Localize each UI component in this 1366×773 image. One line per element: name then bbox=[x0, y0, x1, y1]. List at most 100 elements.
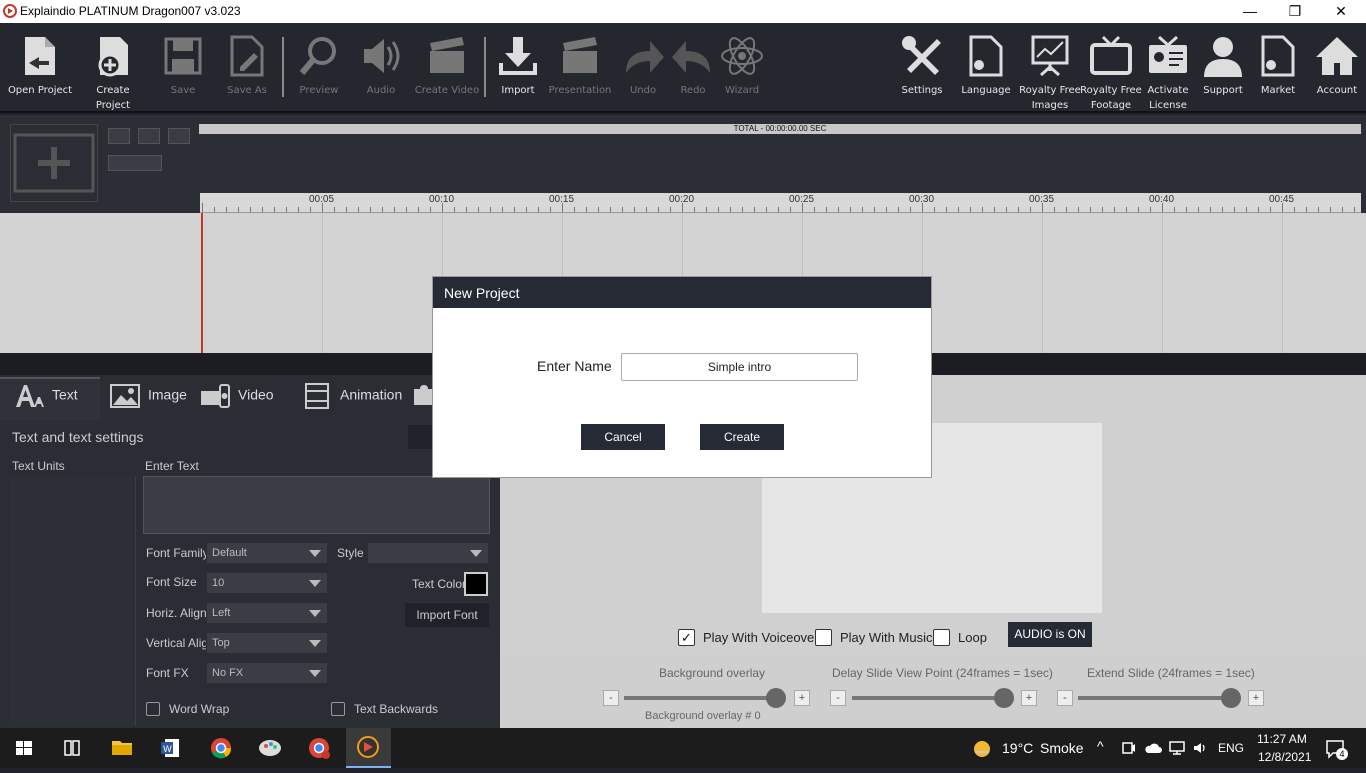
volume-icon[interactable] bbox=[1192, 740, 1208, 761]
create-project-button[interactable]: Create Project bbox=[78, 33, 148, 113]
text-color-swatch[interactable] bbox=[464, 572, 488, 596]
ruler-minor-tick bbox=[1210, 207, 1211, 212]
extend-slider-knob[interactable] bbox=[1221, 688, 1241, 708]
chrome-button[interactable] bbox=[201, 728, 241, 768]
save-button[interactable]: Save bbox=[148, 33, 218, 98]
ruler-minor-tick bbox=[526, 207, 527, 212]
ruler-minor-tick bbox=[1090, 207, 1091, 212]
enter-text-input[interactable] bbox=[143, 476, 490, 534]
settings-button[interactable]: Settings bbox=[887, 33, 957, 98]
delay-plus-button[interactable]: + bbox=[1021, 690, 1037, 706]
close-button[interactable]: ✕ bbox=[1318, 0, 1364, 23]
new-file-icon bbox=[98, 37, 128, 77]
file-explorer-button[interactable] bbox=[102, 728, 142, 768]
open-project-button[interactable]: Open Project bbox=[5, 33, 75, 98]
audio-button[interactable]: Audio bbox=[346, 33, 416, 98]
loop-checkbox[interactable] bbox=[933, 629, 950, 646]
ruler-minor-tick bbox=[358, 207, 359, 212]
slide-control-b[interactable] bbox=[138, 128, 160, 144]
ruler-minor-tick bbox=[502, 207, 503, 212]
overlay-plus-button[interactable]: + bbox=[794, 690, 810, 706]
onedrive-icon[interactable] bbox=[1144, 741, 1162, 760]
word-wrap-checkbox[interactable] bbox=[146, 702, 160, 716]
language-button[interactable]: Language bbox=[951, 33, 1021, 98]
speaker-icon bbox=[364, 39, 400, 73]
account-button[interactable]: Account bbox=[1302, 33, 1366, 98]
ruler-minor-tick bbox=[1018, 207, 1019, 212]
chrome-profile-button[interactable] bbox=[299, 728, 339, 768]
clock-time[interactable]: 11:27 AM bbox=[1257, 732, 1307, 746]
style-select[interactable] bbox=[367, 542, 489, 564]
wizard-button[interactable]: Wizard bbox=[707, 33, 777, 98]
slide-duration-field[interactable] bbox=[108, 155, 162, 171]
text-units-list[interactable] bbox=[10, 476, 136, 726]
tv-icon bbox=[1090, 35, 1132, 75]
create-video-label: Create Video bbox=[414, 85, 480, 96]
ruler-minor-tick bbox=[454, 207, 455, 212]
preview-button[interactable]: Preview bbox=[284, 33, 354, 98]
import-button[interactable]: Import bbox=[483, 33, 553, 98]
create-video-button[interactable]: Create Video bbox=[412, 33, 482, 98]
playhead[interactable] bbox=[201, 213, 203, 353]
tab-animation[interactable]: Animation bbox=[302, 383, 402, 411]
overlay-slider-knob[interactable] bbox=[766, 688, 786, 708]
font-family-select[interactable]: Default bbox=[206, 542, 328, 564]
music-checkbox[interactable] bbox=[815, 629, 832, 646]
home-icon bbox=[1316, 37, 1358, 75]
ruler-minor-tick bbox=[1174, 207, 1175, 212]
ruler-minor-tick bbox=[754, 207, 755, 212]
chrome-profile-icon bbox=[309, 738, 330, 759]
royalty-free-images-button[interactable]: Royalty Free Images bbox=[1015, 33, 1085, 113]
paint-button[interactable] bbox=[250, 728, 290, 768]
delay-slider-knob[interactable] bbox=[994, 688, 1014, 708]
slide-control-a[interactable] bbox=[108, 128, 130, 144]
voiceover-checkbox[interactable]: ✓ bbox=[678, 629, 695, 646]
horiz-align-select[interactable]: Left bbox=[206, 602, 328, 624]
cancel-button[interactable]: Cancel bbox=[581, 424, 665, 450]
network-icon[interactable] bbox=[1169, 740, 1185, 761]
delay-minus-button[interactable]: - bbox=[830, 690, 846, 706]
overlay-minus-button[interactable]: - bbox=[603, 690, 619, 706]
ruler-minor-tick bbox=[1270, 207, 1271, 212]
ruler-minor-tick bbox=[1354, 207, 1355, 212]
weather-temp[interactable]: 19°C bbox=[1002, 740, 1033, 756]
tab-image[interactable]: Image bbox=[110, 383, 187, 411]
task-view-button[interactable] bbox=[52, 728, 92, 768]
font-size-select[interactable]: 10 bbox=[206, 572, 328, 594]
input-language[interactable]: ENG bbox=[1218, 741, 1244, 755]
tab-text[interactable]: Text bbox=[14, 383, 78, 411]
panel-action-button[interactable] bbox=[408, 425, 432, 449]
loop-label: Loop bbox=[958, 630, 987, 645]
restore-button[interactable]: ❐ bbox=[1272, 0, 1318, 23]
overlay-slider-track[interactable] bbox=[624, 696, 784, 700]
minimize-button[interactable]: — bbox=[1227, 0, 1273, 23]
slide-control-c[interactable] bbox=[168, 128, 190, 144]
ruler-minor-tick bbox=[1330, 207, 1331, 212]
extend-plus-button[interactable]: + bbox=[1248, 690, 1264, 706]
explaindio-taskbar-button[interactable] bbox=[346, 728, 391, 768]
save-as-button[interactable]: Save As bbox=[212, 33, 282, 98]
delay-slider-track[interactable] bbox=[852, 696, 1012, 700]
audio-toggle-button[interactable]: AUDIO is ON bbox=[1008, 622, 1092, 647]
text-backwards-checkbox[interactable] bbox=[331, 702, 345, 716]
project-name-input[interactable]: Simple intro bbox=[621, 353, 858, 381]
presentation-button[interactable]: Presentation bbox=[545, 33, 615, 98]
start-button[interactable] bbox=[4, 728, 44, 768]
add-slide-thumbnail[interactable] bbox=[10, 124, 98, 202]
vertical-align-select[interactable]: Top bbox=[206, 632, 328, 654]
chevron-up-icon[interactable]: ^ bbox=[1097, 738, 1104, 754]
extend-slider-track[interactable] bbox=[1078, 696, 1238, 700]
meet-now-icon[interactable] bbox=[1122, 740, 1136, 761]
puzzle-icon[interactable] bbox=[412, 383, 434, 411]
tab-video[interactable]: Video bbox=[200, 383, 274, 411]
tools-icon bbox=[902, 36, 941, 75]
word-button[interactable]: W bbox=[151, 728, 191, 768]
create-button[interactable]: Create bbox=[700, 424, 784, 450]
font-fx-select[interactable]: No FX bbox=[206, 662, 328, 684]
weather-desc[interactable]: Smoke bbox=[1040, 740, 1084, 756]
import-font-button[interactable]: Import Font bbox=[405, 603, 489, 627]
clock-date[interactable]: 12/8/2021 bbox=[1258, 750, 1311, 764]
extend-minus-button[interactable]: - bbox=[1057, 690, 1073, 706]
ruler-minor-tick bbox=[370, 207, 371, 212]
film-strip-icon bbox=[305, 383, 329, 409]
